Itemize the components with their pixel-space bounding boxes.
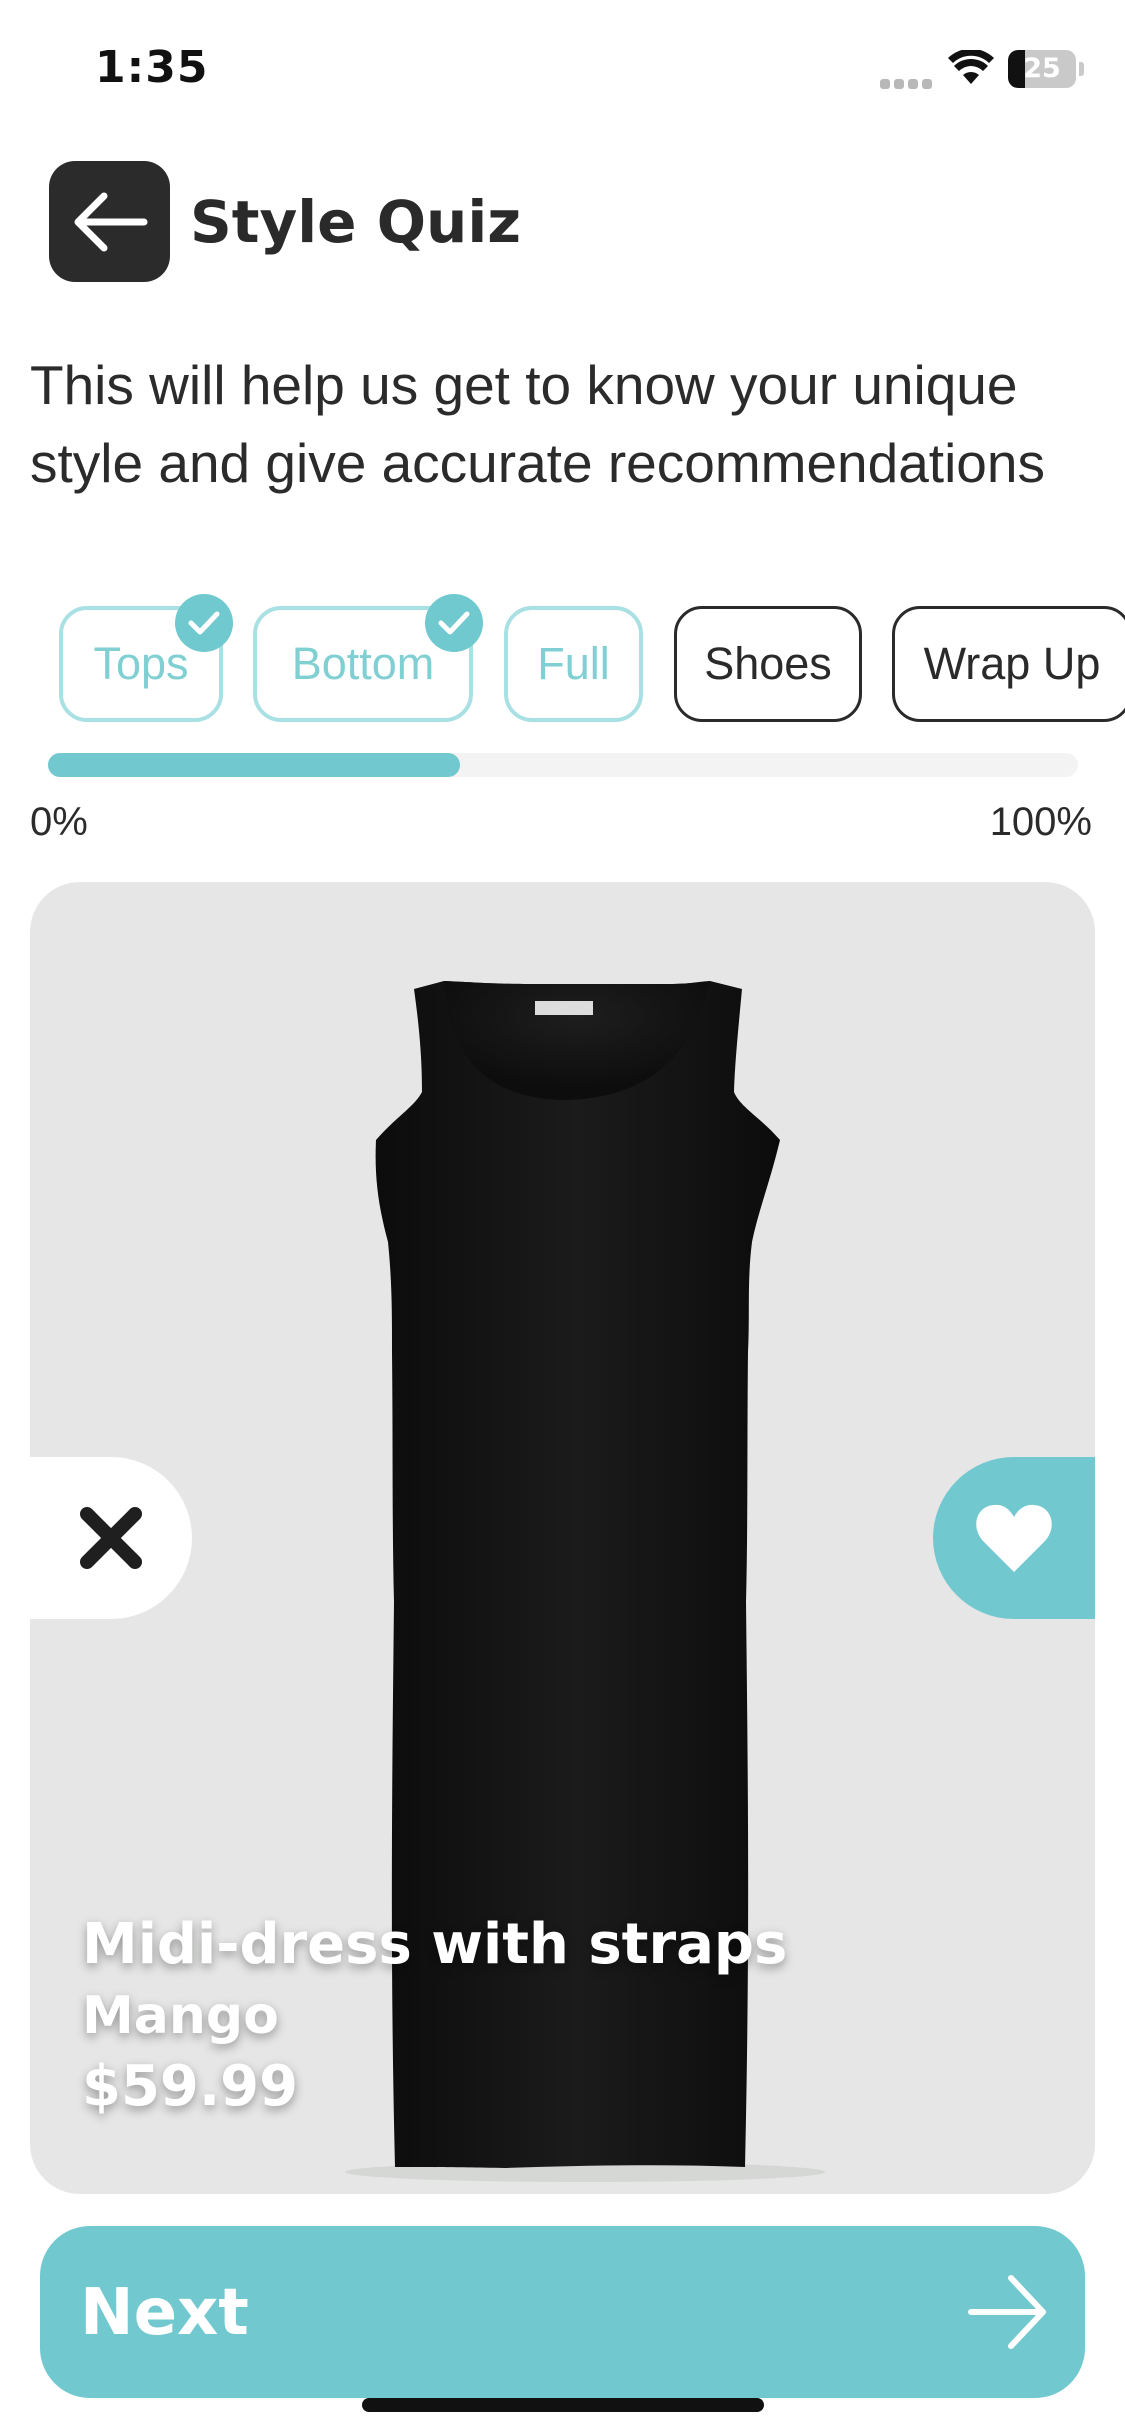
- battery-icon: 25: [1008, 50, 1084, 88]
- home-indicator: [362, 2398, 764, 2412]
- progress-min-label: 0%: [30, 800, 88, 844]
- next-button[interactable]: Next: [40, 2226, 1085, 2398]
- chip-bottom[interactable]: Bottom: [253, 594, 483, 722]
- chip-shoes[interactable]: Shoes: [674, 606, 862, 722]
- progress-max-label: 100%: [989, 800, 1092, 844]
- check-icon: [175, 594, 233, 652]
- check-icon: [425, 594, 483, 652]
- like-button[interactable]: [933, 1457, 1095, 1619]
- chip-label: Tops: [93, 638, 189, 689]
- chip-label: Wrap Up: [923, 638, 1101, 689]
- chip-label: Shoes: [704, 638, 832, 689]
- back-button[interactable]: [49, 161, 170, 282]
- page-title: Style Quiz: [190, 188, 521, 256]
- progress-bar: [48, 753, 1078, 777]
- chip-full[interactable]: Full: [504, 606, 643, 722]
- status-time: 1:35: [95, 42, 209, 93]
- chip-tops[interactable]: Tops: [59, 594, 233, 722]
- product-name: Midi-dress with straps: [82, 1912, 788, 1977]
- category-chips: Tops Bottom Full Shoes Wrap Up: [0, 594, 1125, 750]
- battery-level: 25: [1023, 53, 1061, 84]
- close-x-icon: [80, 1507, 142, 1569]
- chip-label: Bottom: [291, 638, 435, 689]
- status-bar: 1:35 25: [0, 0, 1125, 140]
- product-price: $59.99: [82, 2054, 299, 2119]
- chip-label: Full: [537, 638, 610, 689]
- arrow-left-icon: [74, 192, 147, 251]
- heart-icon: [976, 1504, 1052, 1572]
- signal-icon: [880, 74, 936, 89]
- dislike-button[interactable]: [30, 1457, 192, 1619]
- wifi-icon: [948, 50, 994, 84]
- progress-fill: [48, 753, 460, 777]
- arrow-right-icon: [968, 2275, 1046, 2349]
- product-brand: Mango: [82, 1986, 279, 2046]
- chip-wrap-up[interactable]: Wrap Up: [892, 606, 1125, 722]
- intro-text: This will help us get to know your uniqu…: [30, 354, 1045, 494]
- next-label: Next: [80, 2276, 249, 2350]
